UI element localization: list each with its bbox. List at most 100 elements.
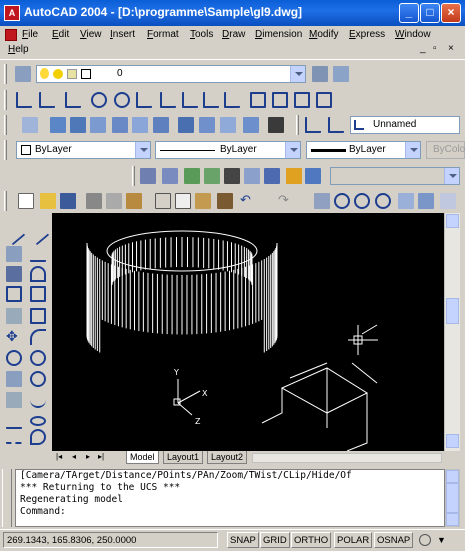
front-view-icon[interactable] xyxy=(132,117,148,133)
prev-tab-button[interactable]: ◂ xyxy=(72,452,76,461)
express-tool-6-icon[interactable] xyxy=(244,168,260,184)
linetype-dropdown[interactable]: ByLayer xyxy=(155,141,301,159)
open-folder-icon[interactable] xyxy=(40,193,56,209)
menu-edit[interactable]: Edit xyxy=(52,29,69,40)
leader-icon[interactable] xyxy=(224,92,240,108)
drawing-canvas[interactable]: Y X Z xyxy=(52,213,444,451)
maximize-button[interactable]: □ xyxy=(420,3,440,23)
ortho-toggle[interactable]: ORTHO xyxy=(291,532,332,548)
toolbar-grip[interactable] xyxy=(296,115,299,135)
scroll-up-button[interactable] xyxy=(446,214,459,228)
design-center-icon[interactable] xyxy=(418,193,434,209)
arc-icon[interactable] xyxy=(30,266,46,282)
doc-close-button[interactable]: × xyxy=(448,43,454,54)
tab-layout1[interactable]: Layout1 xyxy=(163,451,204,464)
stretch-icon[interactable] xyxy=(6,392,22,408)
last-tab-button[interactable]: ▸| xyxy=(98,452,104,461)
spline-icon[interactable] xyxy=(30,392,46,408)
camera-icon[interactable] xyxy=(268,117,284,133)
aligned-dim-icon[interactable] xyxy=(39,92,55,108)
publish-icon[interactable] xyxy=(126,193,142,209)
express-tool-2-icon[interactable] xyxy=(162,168,178,184)
redo-icon[interactable]: ↷ xyxy=(278,193,294,209)
construction-line-icon[interactable] xyxy=(6,246,22,262)
toolbar-grip[interactable] xyxy=(4,115,7,135)
express-tool-9-icon[interactable] xyxy=(305,168,321,184)
toolbar-grip[interactable] xyxy=(4,191,7,211)
color-dropdown[interactable]: ByLayer xyxy=(16,141,151,159)
chevron-down-icon[interactable] xyxy=(444,168,459,184)
scroll-thumb[interactable] xyxy=(446,298,459,324)
menu-tools[interactable]: Tools xyxy=(190,29,213,40)
express-tool-7-icon[interactable] xyxy=(264,168,280,184)
osnap-toggle[interactable]: OSNAP xyxy=(374,532,414,548)
express-tool-5-icon[interactable] xyxy=(224,168,240,184)
minimize-button[interactable]: _ xyxy=(399,3,419,23)
continue-dim-icon[interactable] xyxy=(203,92,219,108)
sw-iso-view-icon[interactable] xyxy=(178,117,194,133)
horizontal-scrollbar[interactable] xyxy=(252,453,442,463)
toolbar-grip[interactable] xyxy=(4,140,7,160)
layer-dropdown[interactable]: 0 xyxy=(36,65,306,83)
new-file-icon[interactable] xyxy=(18,193,34,209)
scroll-down-button[interactable] xyxy=(446,513,459,526)
line-icon[interactable] xyxy=(2,222,26,246)
autocad-app-icon[interactable]: A xyxy=(4,5,20,21)
save-icon[interactable] xyxy=(60,193,76,209)
pentagon-icon[interactable] xyxy=(30,286,46,302)
menu-help[interactable]: Help xyxy=(8,44,29,55)
express-tool-3-icon[interactable] xyxy=(184,168,200,184)
radius-dim-icon[interactable] xyxy=(91,92,107,108)
top-view-icon[interactable] xyxy=(50,117,66,133)
right-view-icon[interactable] xyxy=(112,117,128,133)
doc-minimize-button[interactable]: _ xyxy=(420,43,426,54)
express-dropdown[interactable] xyxy=(330,167,460,185)
command-window[interactable]: [Camera/TArget/Distance/POints/PAn/Zoom/… xyxy=(15,469,445,527)
chevron-down-icon[interactable] xyxy=(290,66,305,82)
zoom-previous-icon[interactable] xyxy=(375,193,391,209)
dim-edit-icon[interactable] xyxy=(294,92,310,108)
line-segment-icon[interactable] xyxy=(30,246,46,262)
arc-draw-icon[interactable] xyxy=(30,329,46,345)
scale-icon[interactable] xyxy=(6,371,22,387)
ordinate-dim-icon[interactable] xyxy=(65,92,81,108)
quick-dim-icon[interactable] xyxy=(160,92,176,108)
make-object-layer-current-icon[interactable] xyxy=(312,66,328,82)
menu-draw[interactable]: Draw xyxy=(222,29,245,40)
copy-icon[interactable] xyxy=(175,193,191,209)
coordinate-display[interactable]: 269.1343, 165.8306, 250.0000 xyxy=(3,532,218,548)
tab-model[interactable]: Model xyxy=(126,451,159,464)
chevron-down-icon[interactable] xyxy=(135,142,150,158)
menu-window[interactable]: Window xyxy=(395,29,431,40)
extend-icon[interactable] xyxy=(6,428,22,444)
named-views-icon[interactable] xyxy=(22,117,38,133)
menu-format[interactable]: Format xyxy=(147,29,179,40)
menu-dimension[interactable]: Dimension xyxy=(255,29,302,40)
tab-layout2[interactable]: Layout2 xyxy=(207,451,248,464)
ne-iso-view-icon[interactable] xyxy=(220,117,236,133)
paste-icon[interactable] xyxy=(195,193,211,209)
undo-icon[interactable]: ↶ xyxy=(240,193,256,209)
snap-toggle[interactable]: SNAP xyxy=(227,532,259,548)
ucs-previous-icon[interactable] xyxy=(328,117,344,133)
linear-dim-icon[interactable] xyxy=(16,92,32,108)
dim-text-edit-icon[interactable] xyxy=(316,92,332,108)
print-icon[interactable] xyxy=(86,193,102,209)
next-tab-button[interactable]: ▸ xyxy=(86,452,90,461)
pan-icon[interactable] xyxy=(314,193,330,209)
chevron-down-icon[interactable] xyxy=(405,142,420,158)
rectangle-icon[interactable] xyxy=(6,308,22,324)
tolerance-icon[interactable] xyxy=(250,92,266,108)
baseline-dim-icon[interactable] xyxy=(182,92,198,108)
ucs-icon[interactable] xyxy=(305,117,321,133)
command-prompt[interactable]: Command: xyxy=(20,506,444,518)
bottom-view-icon[interactable] xyxy=(70,117,86,133)
left-view-icon[interactable] xyxy=(90,117,106,133)
menu-view[interactable]: View xyxy=(80,29,102,40)
rectangle-draw-icon[interactable] xyxy=(30,308,46,324)
match-properties-icon[interactable] xyxy=(217,193,233,209)
cut-icon[interactable] xyxy=(155,193,171,209)
polygon-icon[interactable] xyxy=(6,286,22,302)
close-button[interactable]: × xyxy=(441,3,461,23)
toolbar-grip[interactable] xyxy=(4,90,7,110)
